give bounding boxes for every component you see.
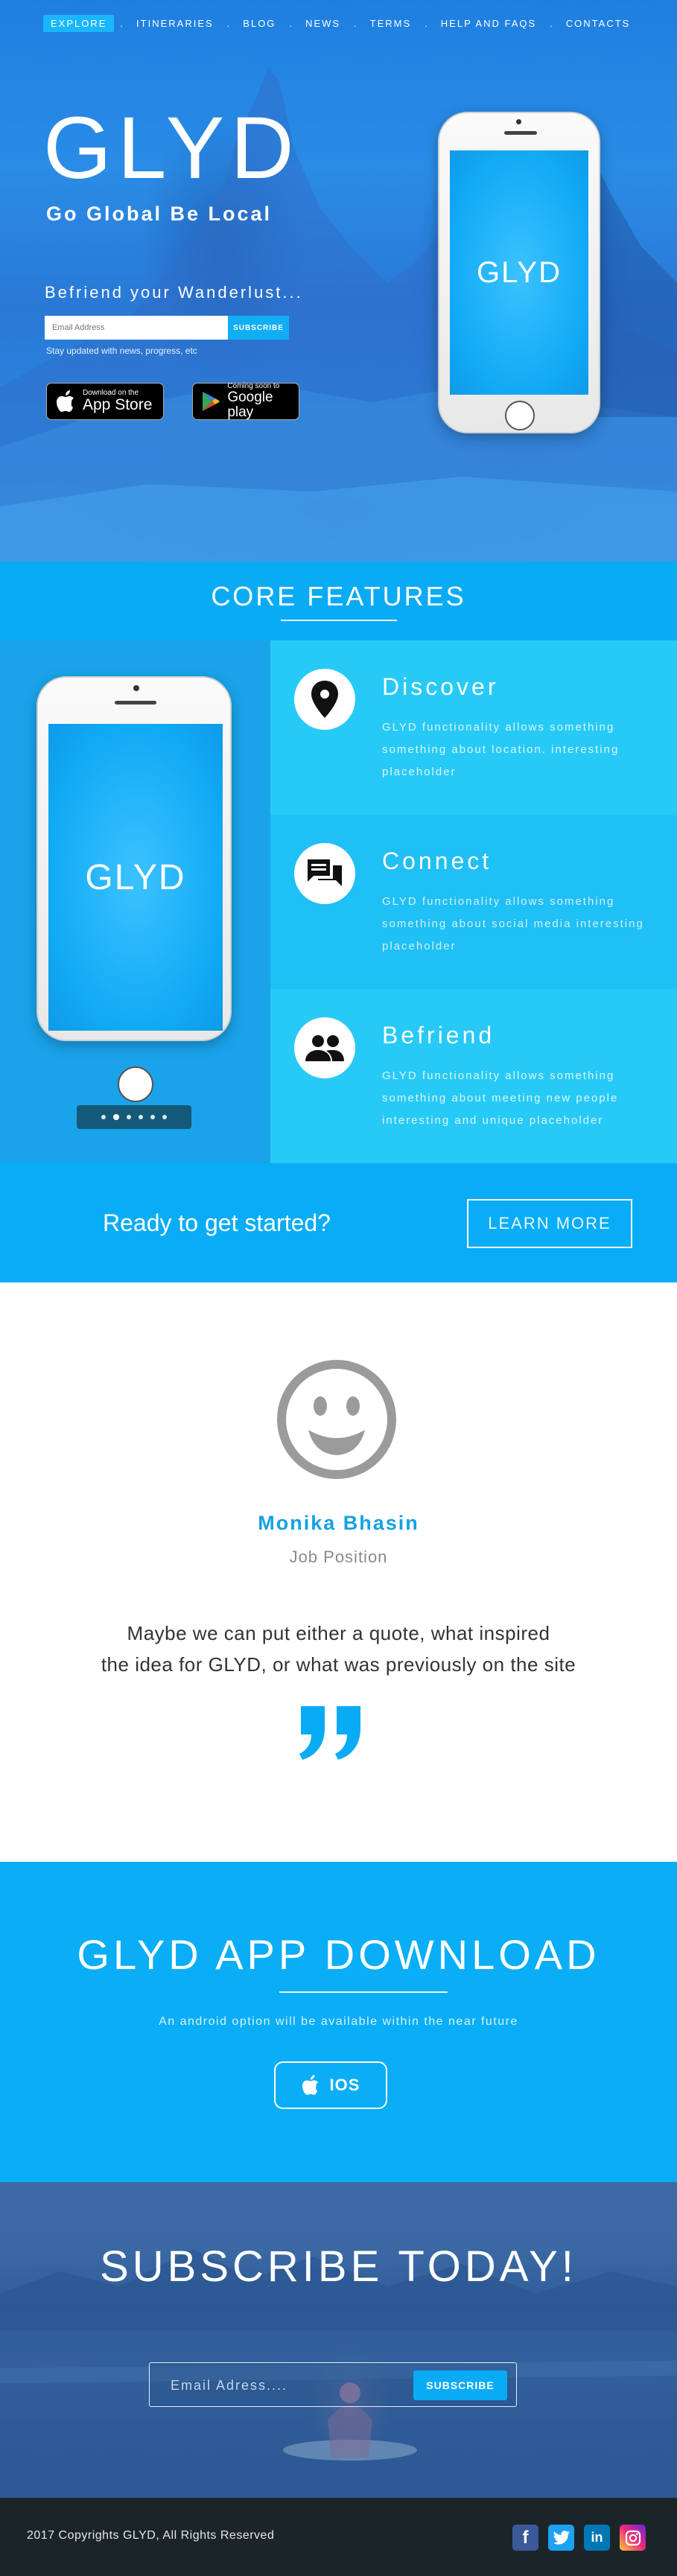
footer: 2017 Copyrights GLYD, All Rights Reserve…: [0, 2498, 677, 2576]
feature-befriend: Befriend GLYD functionality allows somet…: [270, 989, 677, 1163]
core-features-underline: [280, 620, 397, 621]
nav-separator: .: [289, 18, 293, 29]
google-play-icon: [200, 390, 221, 413]
app-download-note: An android option will be available with…: [159, 2015, 518, 2028]
hero-signup-note: Stay updated with news, progress, etc: [46, 346, 197, 356]
features-phone-mockup: GLYD: [36, 676, 232, 1102]
testimonial-name: Monika Bhasin: [258, 1512, 419, 1534]
social-links: f in: [512, 2525, 646, 2551]
quote-line: Maybe we can put either a quote, what in…: [127, 1622, 550, 1644]
nav-item-contacts[interactable]: CONTACTS: [559, 15, 638, 32]
learn-more-button[interactable]: LEARN MORE: [467, 1199, 632, 1248]
nav-separator: .: [425, 18, 428, 29]
feature-description: GLYD functionality allows something some…: [382, 895, 644, 953]
hero-befriend-text: Befriend your Wanderlust...: [45, 283, 303, 302]
apple-icon: [54, 390, 77, 413]
nav-item-help-and-faqs[interactable]: HELP AND FAQS: [433, 15, 544, 32]
subscribe-section: SUBSCRIBE TODAY! SUBSCRIBE: [0, 2182, 677, 2498]
core-features-title: CORE FEATURES: [211, 581, 466, 611]
nav-separator: .: [550, 18, 553, 29]
feature-description: GLYD functionality allows something some…: [382, 721, 620, 778]
carousel-dot[interactable]: [139, 1115, 143, 1119]
twitter-icon[interactable]: [548, 2525, 574, 2551]
hero-section: EXPLORE . ITINERARIES . BLOG . NEWS . TE…: [0, 0, 677, 562]
carousel-dot[interactable]: [127, 1115, 131, 1119]
features-phone-panel: GLYD: [0, 640, 270, 1163]
phone-home-button: [505, 401, 535, 430]
ios-download-button[interactable]: IOS: [274, 2061, 387, 2109]
hero-email-input[interactable]: [45, 316, 228, 340]
chat-icon: [294, 843, 355, 904]
phone-camera: [516, 119, 521, 124]
testimonial-section: Monika Bhasin Job Position Maybe we can …: [0, 1282, 677, 1862]
carousel-dot[interactable]: [150, 1115, 155, 1119]
app-download-section: GLYD APP DOWNLOAD An android option will…: [0, 1862, 677, 2182]
testimonial-role: Job Position: [289, 1548, 388, 1566]
subscribe-form: SUBSCRIBE: [149, 2362, 517, 2407]
features-phone-screen-text: GLYD: [48, 724, 223, 1031]
phone-camera: [133, 685, 139, 691]
nav-separator: .: [226, 18, 230, 29]
cta-section: Ready to get started? LEARN MORE: [0, 1163, 677, 1282]
subscribe-button[interactable]: SUBSCRIBE: [413, 2370, 507, 2400]
feature-title: Discover: [382, 673, 499, 700]
site-logo: GLYD: [43, 99, 300, 197]
carousel-dot-active[interactable]: [113, 1114, 119, 1120]
linkedin-icon[interactable]: in: [584, 2525, 610, 2551]
app-store-big-text: App Store: [83, 396, 153, 414]
facebook-icon[interactable]: f: [512, 2525, 538, 2551]
nav-separator: .: [120, 18, 124, 29]
feature-title: Connect: [382, 847, 492, 874]
app-store-badge[interactable]: Download on the App Store: [46, 383, 164, 420]
instagram-icon[interactable]: [620, 2525, 646, 2551]
cta-text: Ready to get started?: [103, 1209, 331, 1236]
hero-phone-mockup: GLYD: [438, 112, 600, 433]
carousel-dots: [77, 1105, 191, 1129]
nav-item-news[interactable]: NEWS: [298, 15, 348, 32]
nav-item-blog[interactable]: BLOG: [235, 15, 283, 32]
testimonial-quote: Maybe we can put either a quote, what in…: [0, 1618, 677, 1680]
hero-phone-screen-text: GLYD: [450, 150, 588, 395]
feature-connect: Connect GLYD functionality allows someth…: [270, 815, 677, 989]
apple-icon: [302, 2075, 318, 2095]
core-features-header: CORE FEATURES: [0, 562, 677, 640]
subscribe-background-scenery: [0, 2249, 677, 2498]
feature-discover: Discover GLYD functionality allows somet…: [270, 640, 677, 815]
google-play-big-text: Google play: [227, 389, 273, 421]
feature-title: Befriend: [382, 1022, 495, 1049]
nav-separator: .: [354, 18, 357, 29]
app-download-title: GLYD APP DOWNLOAD: [77, 1931, 600, 1978]
phone-speaker: [504, 131, 537, 135]
app-download-underline: [279, 1991, 448, 1993]
google-play-badge[interactable]: Coming soon to Google play: [192, 382, 299, 421]
hero-subscribe-button[interactable]: SUBSCRIBE: [228, 316, 289, 340]
core-features-section: GLYD Discover GLYD functionality allows …: [0, 640, 677, 1163]
hero-tagline: Go Global Be Local: [46, 203, 273, 225]
location-pin-icon: [294, 669, 355, 730]
nav-item-explore[interactable]: EXPLORE: [43, 15, 115, 32]
subscribe-email-input[interactable]: [171, 2374, 394, 2397]
ios-button-label: IOS: [329, 2076, 360, 2094]
phone-speaker: [115, 701, 156, 705]
subscribe-title: SUBSCRIBE TODAY!: [100, 2242, 577, 2291]
hero-signup-form: SUBSCRIBE: [45, 316, 289, 340]
people-icon: [294, 1017, 355, 1078]
quote-mark-icon: [299, 1706, 360, 1760]
smiley-avatar-icon: [277, 1360, 396, 1479]
carousel-dot[interactable]: [101, 1115, 106, 1119]
quote-line: the idea for GLYD, or what was previousl…: [101, 1653, 576, 1676]
main-nav: EXPLORE . ITINERARIES . BLOG . NEWS . TE…: [43, 15, 638, 32]
phone-home-button: [118, 1066, 153, 1102]
carousel-dot[interactable]: [162, 1115, 167, 1119]
nav-item-terms[interactable]: TERMS: [363, 15, 419, 32]
copyright-text: 2017 Copyrights GLYD, All Rights Reserve…: [27, 2529, 275, 2542]
feature-description: GLYD functionality allows something some…: [382, 1069, 619, 1127]
nav-item-itineraries[interactable]: ITINERARIES: [129, 15, 221, 32]
